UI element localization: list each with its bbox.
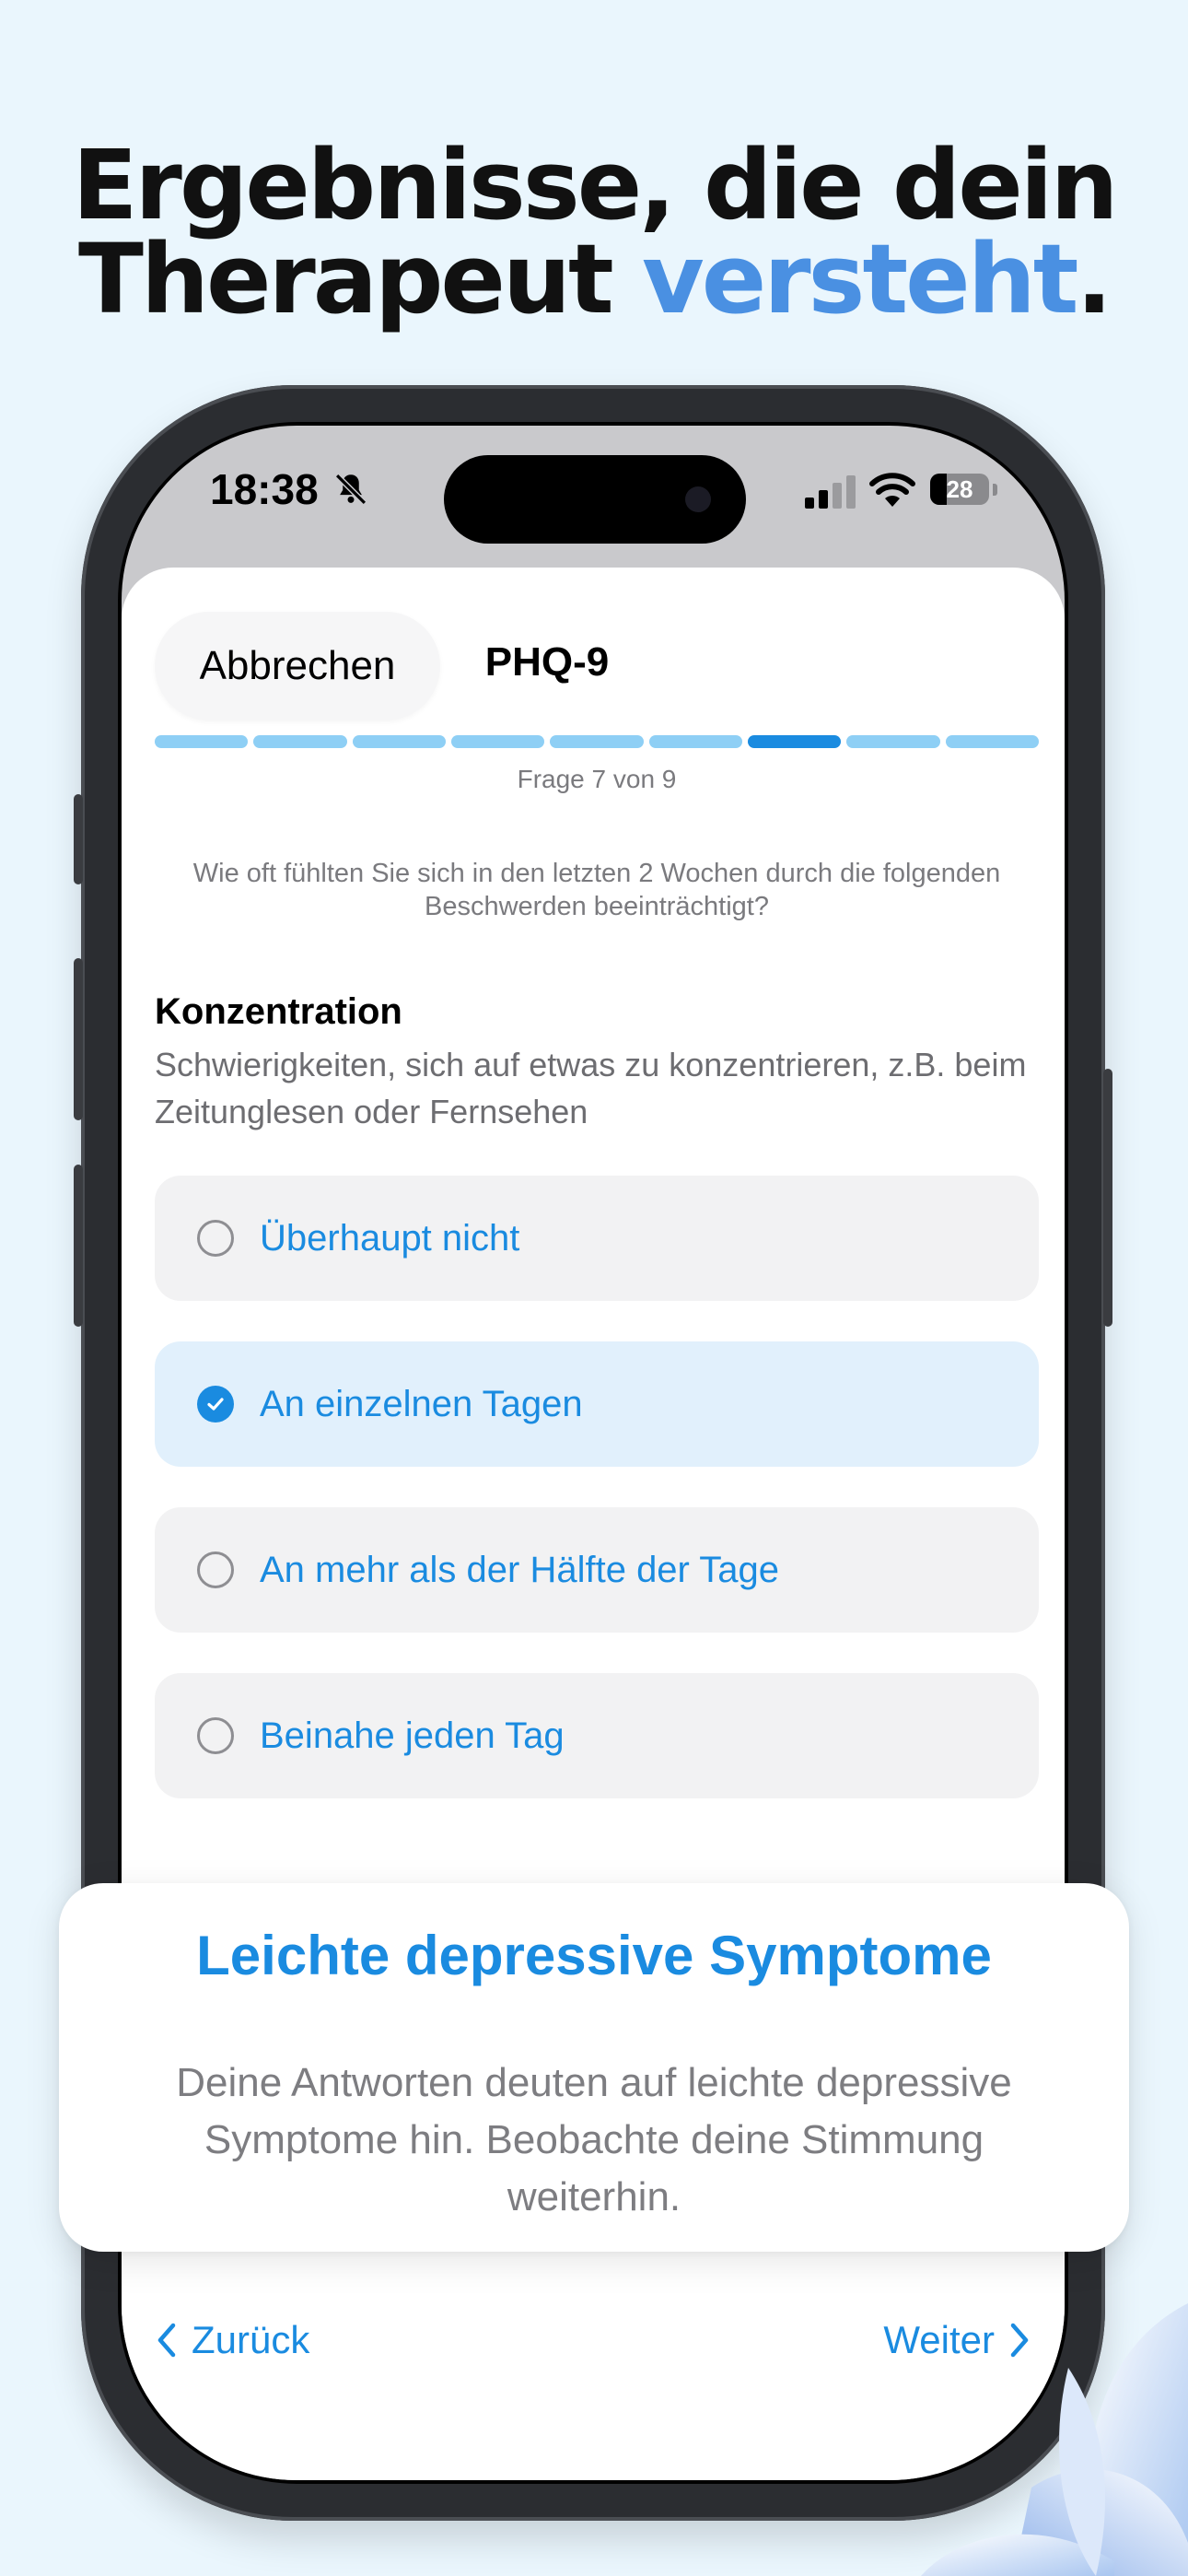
progress-segment bbox=[155, 735, 249, 748]
answer-label: An mehr als der Hälfte der Tage bbox=[260, 1549, 780, 1590]
dynamic-island bbox=[444, 455, 746, 544]
volume-up-button bbox=[74, 958, 83, 1120]
answer-label: An einzelnen Tagen bbox=[260, 1383, 583, 1424]
wifi-icon bbox=[869, 473, 915, 507]
progress-segment bbox=[846, 735, 940, 748]
chevron-left-icon bbox=[157, 2323, 176, 2358]
bell-slash-icon bbox=[334, 473, 367, 506]
result-card: Leichte depressive Symptome Deine Antwor… bbox=[59, 1883, 1129, 2252]
headline-line2: Therapeut bbox=[78, 222, 642, 335]
answer-option-more-than-half[interactable]: An mehr als der Hälfte der Tage bbox=[155, 1507, 1039, 1633]
result-text: Deine Antworten deuten auf leichte depre… bbox=[176, 2060, 1012, 2219]
progress-segment bbox=[253, 735, 347, 748]
progress-segment bbox=[450, 735, 545, 748]
progress-segment bbox=[352, 735, 446, 748]
question-title: Konzentration bbox=[155, 991, 402, 1032]
result-title: Leichte depressive Symptome bbox=[196, 1925, 992, 1986]
battery-cap bbox=[993, 484, 997, 496]
page-title: PHQ-9 bbox=[484, 639, 610, 685]
progress-segment bbox=[648, 735, 742, 748]
answer-option-nearly-every-day[interactable]: Beinahe jeden Tag bbox=[155, 1673, 1039, 1798]
headline: Ergebnisse, die dein Therapeut versteht. bbox=[0, 137, 1188, 327]
progress-bar bbox=[155, 735, 1039, 748]
lotus-decoration bbox=[921, 2303, 1188, 2576]
step-indicator: Frage 7 von 9 bbox=[517, 765, 677, 793]
radio-unchecked-icon[interactable] bbox=[197, 1220, 234, 1257]
volume-down-button bbox=[74, 1165, 83, 1327]
radio-unchecked-icon[interactable] bbox=[197, 1717, 234, 1754]
answer-option-not-at-all[interactable]: Überhaupt nicht bbox=[155, 1176, 1039, 1301]
checkmark-icon bbox=[207, 1398, 224, 1411]
progress-segment bbox=[945, 735, 1039, 748]
radio-unchecked-icon[interactable] bbox=[197, 1551, 234, 1588]
answer-label: Beinahe jeden Tag bbox=[260, 1715, 565, 1756]
back-label: Zurück bbox=[192, 2318, 310, 2361]
answer-option-several-days[interactable]: An einzelnen Tagen bbox=[155, 1341, 1039, 1467]
battery-icon: 28 bbox=[930, 474, 989, 505]
question-instruction: Wie oft fühlten Sie sich in den letzten … bbox=[192, 859, 1001, 921]
radio-checked-icon[interactable] bbox=[197, 1386, 234, 1423]
status-time: 18:38 bbox=[210, 465, 319, 513]
status-bar: 18:38 28 bbox=[122, 426, 1065, 564]
progress-segment bbox=[550, 735, 644, 748]
camera-icon bbox=[685, 486, 711, 512]
action-button bbox=[74, 794, 83, 884]
signal-icon bbox=[805, 475, 856, 509]
question-description: Schwierigkeiten, sich auf etwas zu konze… bbox=[155, 1046, 1027, 1130]
battery-level: 28 bbox=[946, 475, 973, 503]
answer-label: Überhaupt nicht bbox=[260, 1217, 520, 1259]
back-button[interactable]: Zurück bbox=[155, 2318, 309, 2362]
side-button bbox=[1103, 1069, 1112, 1327]
headline-accent: versteht bbox=[641, 222, 1079, 335]
progress-segment bbox=[747, 735, 842, 748]
headline-period: . bbox=[1076, 222, 1112, 335]
cancel-button[interactable]: Abbrechen bbox=[155, 612, 440, 720]
